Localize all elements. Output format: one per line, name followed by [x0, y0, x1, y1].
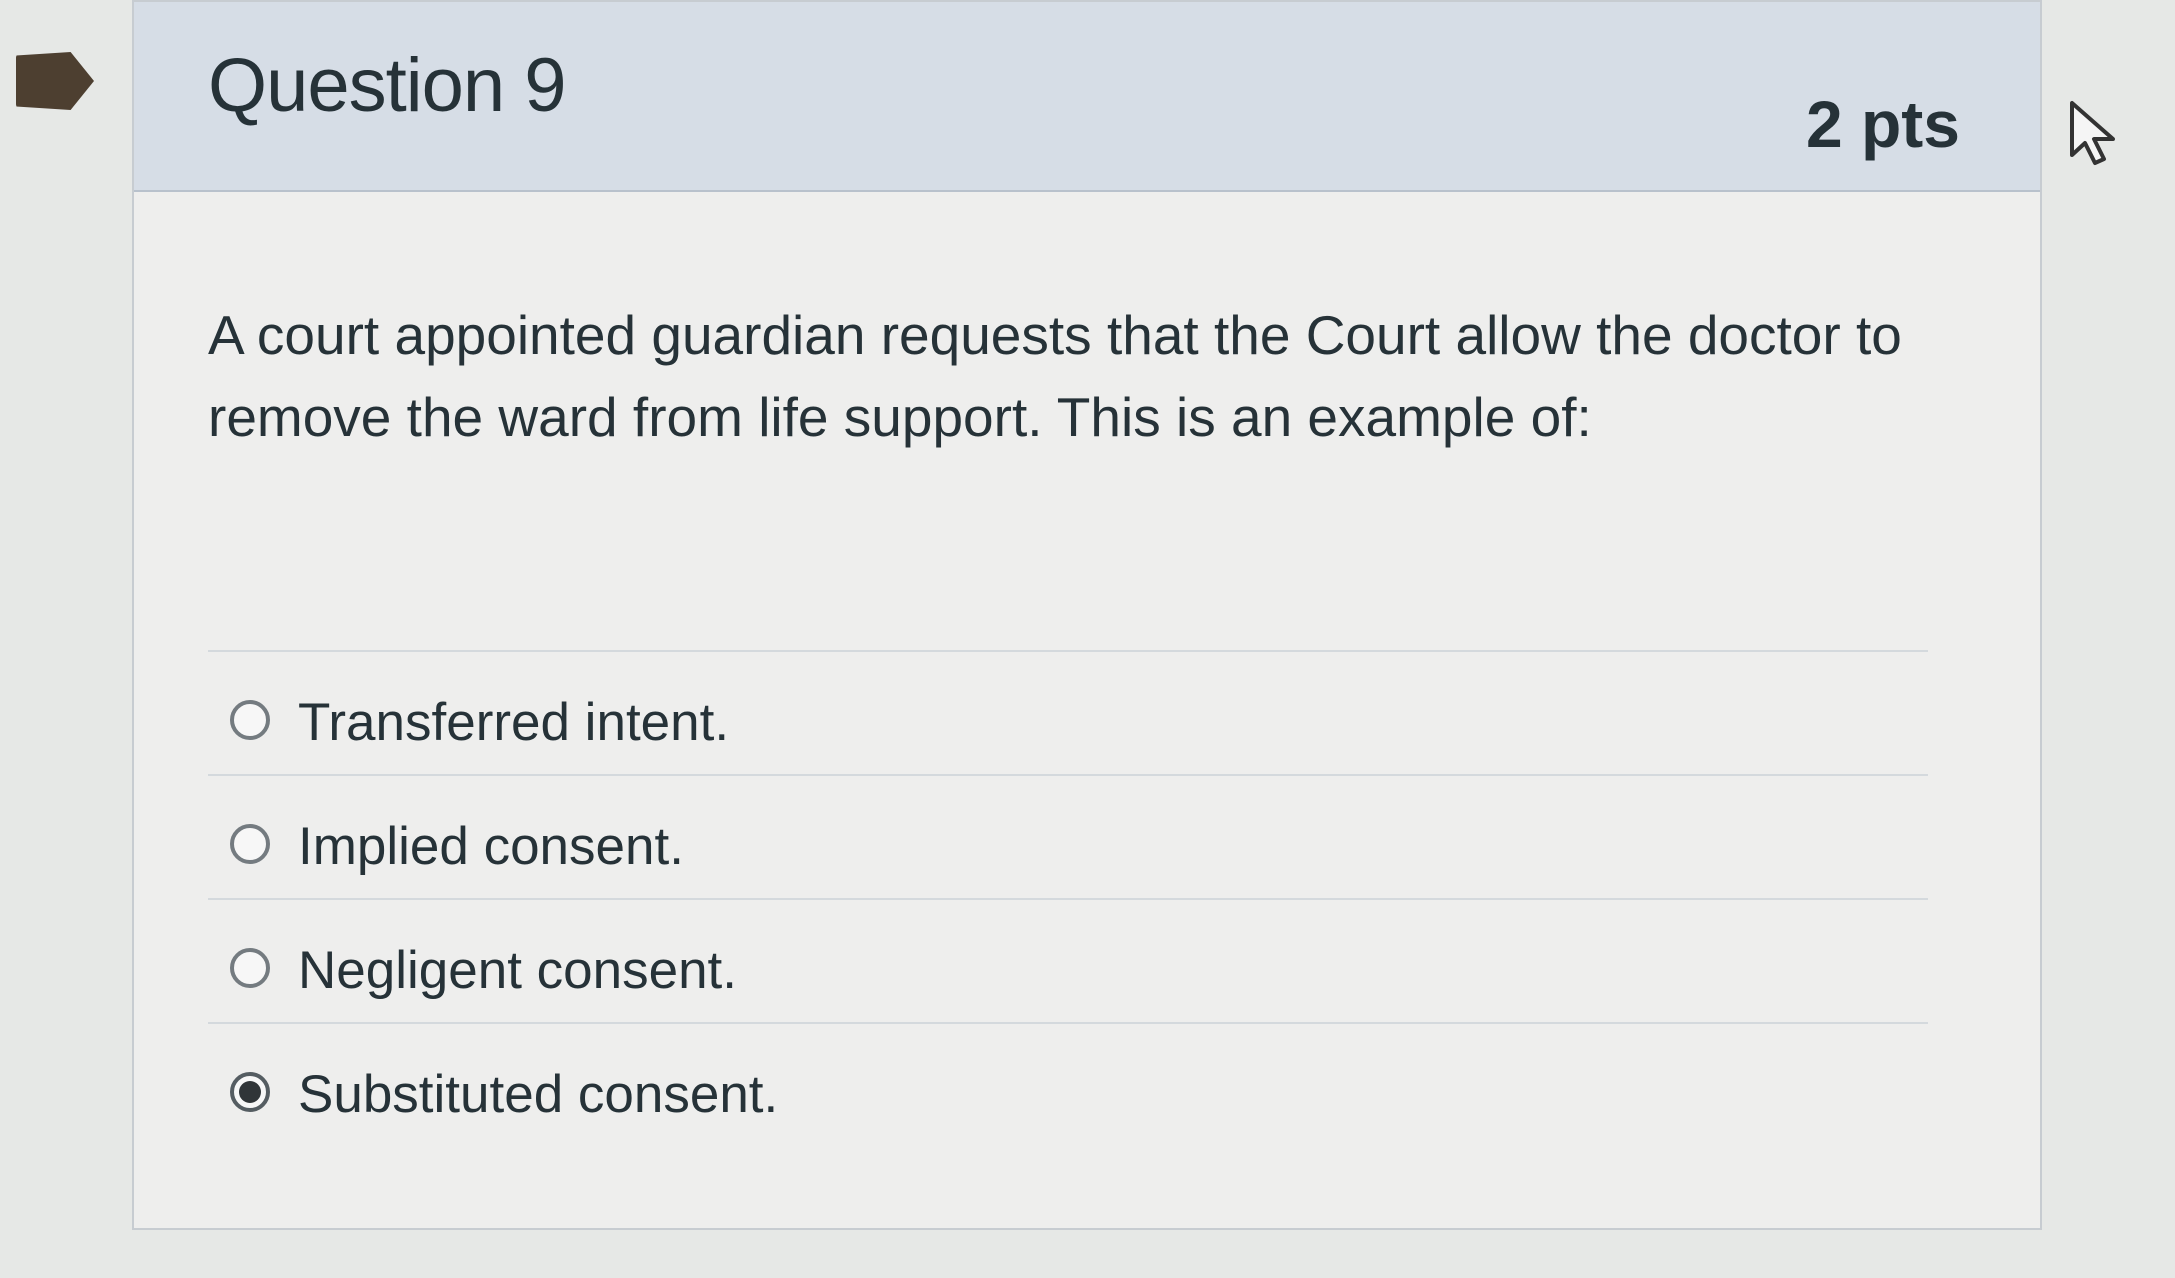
radio-button-selected[interactable]	[230, 1072, 270, 1112]
answer-option-transferred-intent[interactable]: Transferred intent.	[208, 650, 1928, 774]
radio-button[interactable]	[230, 824, 270, 864]
question-title: Question 9	[208, 43, 567, 128]
question-text: A court appointed guardian requests that…	[208, 304, 1902, 448]
answer-list: Transferred intent. Implied consent. Neg…	[208, 650, 1928, 1146]
answer-label: Transferred intent.	[298, 693, 730, 752]
answer-label: Negligent consent.	[298, 941, 738, 1000]
answer-option-negligent-consent[interactable]: Negligent consent.	[208, 898, 1928, 1022]
radio-button[interactable]	[230, 948, 270, 988]
answer-option-implied-consent[interactable]: Implied consent.	[208, 774, 1928, 898]
mouse-pointer-icon	[2070, 101, 2115, 165]
answer-label: Implied consent.	[298, 817, 684, 876]
question-header: Question 9 2 pts	[134, 2, 2040, 192]
answer-label: Substituted consent.	[298, 1065, 779, 1124]
answer-option-substituted-consent[interactable]: Substituted consent.	[208, 1022, 1928, 1146]
radio-button[interactable]	[230, 700, 270, 740]
question-card: Question 9 2 pts A court appointed guard…	[132, 0, 2042, 1230]
flag-question-icon[interactable]	[16, 52, 94, 110]
question-points: 2 pts	[1805, 87, 1960, 161]
